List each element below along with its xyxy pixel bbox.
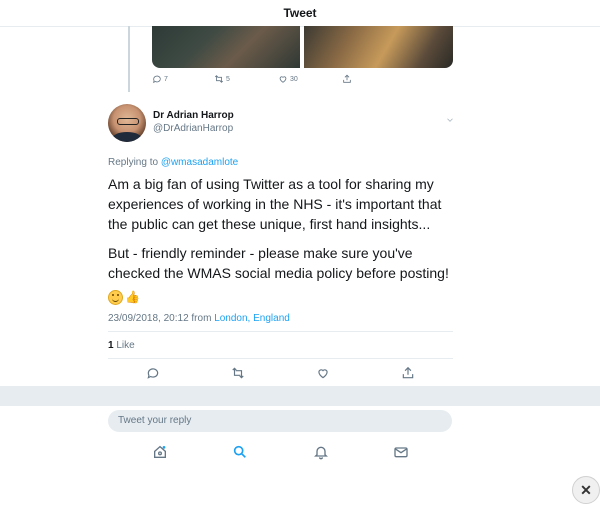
- replying-to-prefix: Replying to: [108, 157, 161, 168]
- tab-home[interactable]: [152, 444, 168, 460]
- tweet-timestamp: 23/09/2018, 20:12 from: [108, 313, 215, 324]
- likes-label: Like: [113, 340, 135, 351]
- author-handle[interactable]: @DrAdrianHarrop: [153, 123, 233, 134]
- previous-tweet-image-2[interactable]: [304, 26, 453, 68]
- thread-connector-line: [128, 26, 130, 92]
- divider: [108, 358, 453, 359]
- bell-icon: [314, 446, 328, 460]
- replying-to-link[interactable]: @wmasadamlote: [161, 157, 238, 168]
- page-title: Tweet: [0, 0, 600, 27]
- author-name[interactable]: Dr Adrian Harrop: [153, 110, 234, 121]
- comment-icon: [153, 75, 161, 84]
- previous-like-button[interactable]: 30: [278, 74, 298, 84]
- share-icon: [402, 366, 414, 379]
- heart-icon: [279, 76, 287, 83]
- reply-button[interactable]: [146, 366, 160, 380]
- close-button[interactable]: ✕: [572, 476, 600, 504]
- retweet-icon: [214, 75, 224, 83]
- retweet-button[interactable]: [231, 366, 245, 380]
- tab-notifications[interactable]: [313, 444, 329, 460]
- previous-retweet-count: 5: [226, 75, 230, 83]
- envelope-icon: [394, 447, 408, 458]
- tab-search[interactable]: [232, 444, 248, 460]
- chevron-down-icon[interactable]: [444, 112, 456, 122]
- previous-tweet-image-1[interactable]: [152, 26, 300, 68]
- avatar-glasses: [117, 118, 139, 125]
- avatar-shirt: [112, 132, 142, 142]
- share-button[interactable]: [401, 366, 415, 380]
- previous-tweet-actions: 7 5 30: [152, 74, 452, 90]
- search-icon: [233, 445, 246, 458]
- tweet-location-link[interactable]: London, England: [214, 313, 290, 324]
- previous-reply-count: 7: [164, 75, 168, 83]
- close-icon: ✕: [580, 481, 592, 498]
- previous-retweet-button[interactable]: 5: [214, 74, 230, 84]
- tweet-paragraph-1: Am a big fan of using Twitter as a tool …: [108, 176, 442, 232]
- smiling-face-icon: [108, 290, 123, 305]
- avatar[interactable]: [108, 104, 146, 142]
- tweet-emoji: 👍: [108, 290, 140, 305]
- previous-like-count: 30: [290, 75, 298, 83]
- home-icon: [154, 445, 166, 458]
- divider: [108, 331, 453, 332]
- replying-to: Replying to @wmasadamlote: [108, 157, 238, 168]
- tweet-meta: 23/09/2018, 20:12 from London, England: [108, 313, 290, 324]
- share-icon: [343, 74, 351, 83]
- previous-share-button[interactable]: [342, 74, 352, 84]
- heart-icon: [318, 369, 328, 379]
- tab-messages[interactable]: [393, 444, 409, 460]
- tweet-paragraph-2: But - friendly reminder - please make su…: [108, 245, 449, 281]
- reply-input[interactable]: Tweet your reply: [108, 410, 452, 432]
- retweet-icon: [232, 367, 244, 379]
- thumbs-up-icon: 👍: [125, 290, 140, 304]
- comment-icon: [147, 368, 159, 379]
- likes-count[interactable]: 1 Like: [108, 340, 135, 351]
- tweet-body: Am a big fan of using Twitter as a tool …: [108, 174, 458, 283]
- previous-reply-button[interactable]: 7: [152, 74, 168, 84]
- like-button[interactable]: [316, 366, 330, 380]
- section-divider: [0, 386, 600, 406]
